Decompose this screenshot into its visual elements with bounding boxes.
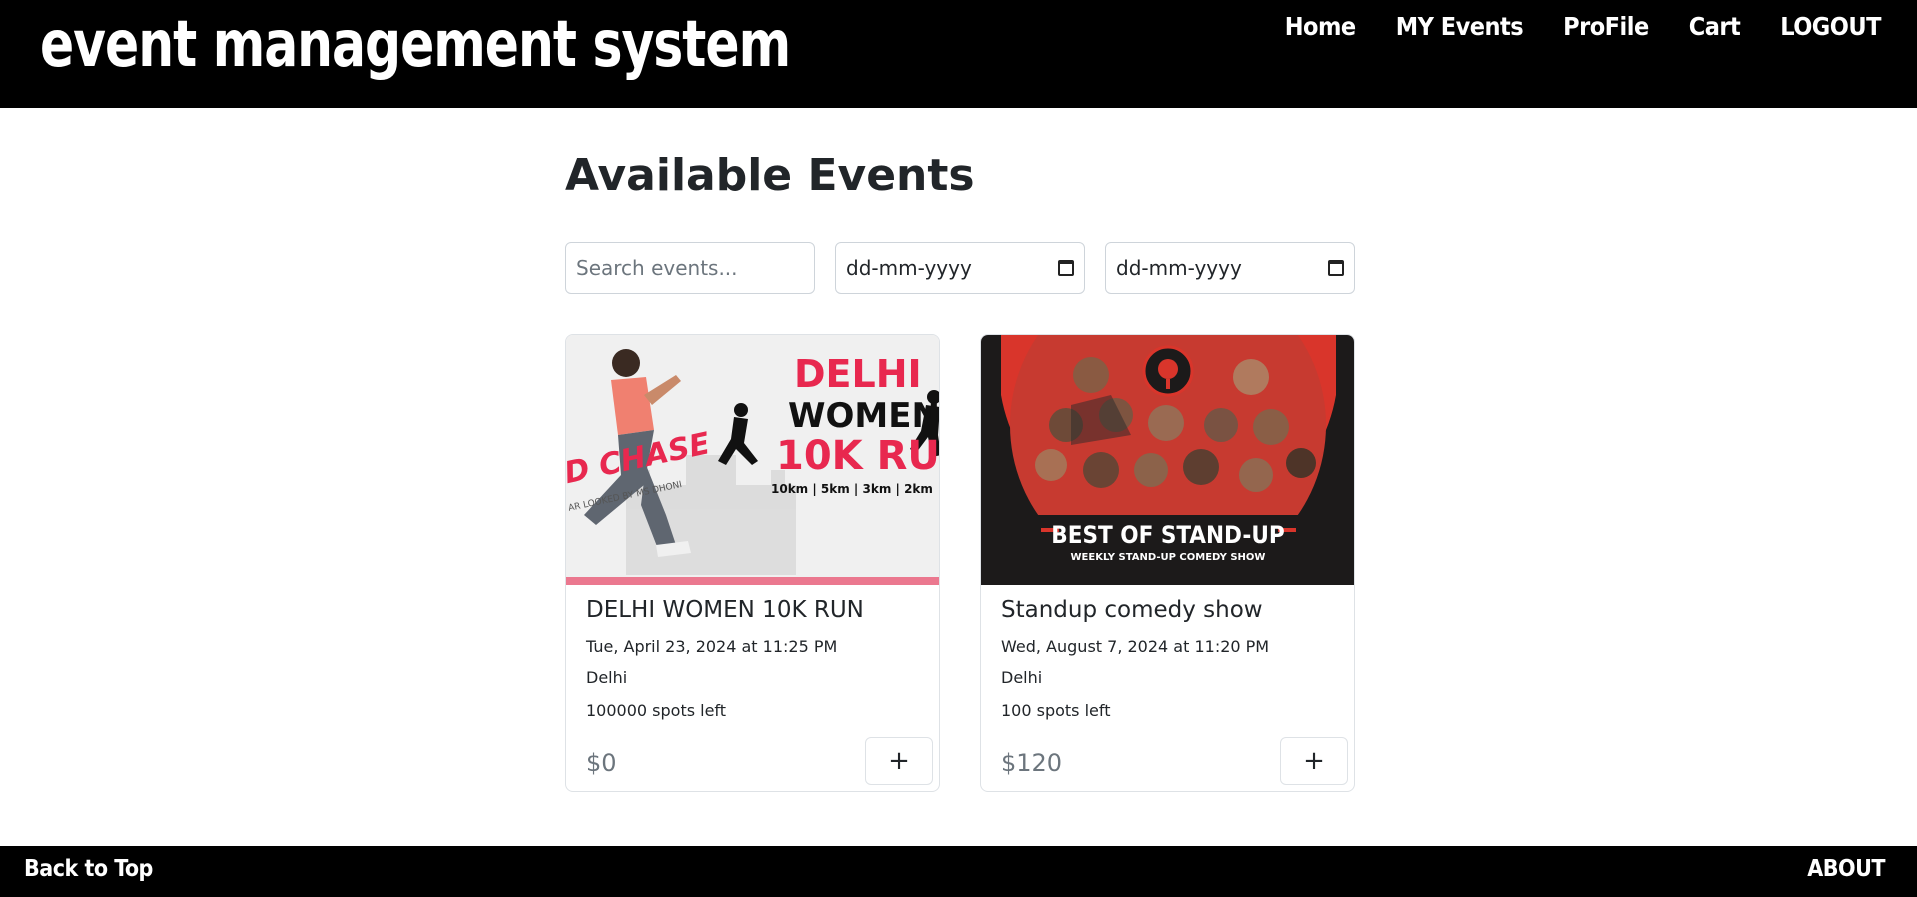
main-nav: Home MY Events ProFile Cart LOGOUT — [1285, 10, 1882, 44]
poster-subline: WEEKLY STAND-UP COMEDY SHOW — [1071, 552, 1266, 563]
nav-logout-link[interactable]: LOGOUT — [1780, 10, 1881, 44]
nav-home-link[interactable]: Home — [1285, 10, 1356, 44]
add-to-cart-button[interactable]: + — [865, 737, 933, 785]
comedy-poster-graphic: BEST OF STAND-UP WEEKLY STAND-UP COMEDY … — [981, 335, 1354, 585]
nav-my-events-link[interactable]: MY Events — [1396, 10, 1524, 44]
top-navbar: event management system Home MY Events P… — [0, 0, 1917, 108]
date-to-placeholder: dd-mm-yyyy — [1116, 256, 1242, 280]
event-card: BEST OF STAND-UP WEEKLY STAND-UP COMEDY … — [980, 334, 1355, 792]
poster-line-2: WOMEN — [788, 396, 940, 436]
event-card: D CHASE AR LOOKED BY MS DHONI DELHI WOME… — [565, 334, 940, 792]
event-card-body: DELHI WOMEN 10K RUN Tue, April 23, 2024 … — [586, 595, 919, 720]
poster-line-3: 10K RUN — [776, 433, 940, 479]
nav-cart-link[interactable]: Cart — [1689, 10, 1741, 44]
date-from-placeholder: dd-mm-yyyy — [846, 256, 972, 280]
event-card-body: Standup comedy show Wed, August 7, 2024 … — [1001, 595, 1334, 720]
event-filters: dd-mm-yyyy dd-mm-yyyy — [565, 242, 1355, 294]
about-link[interactable]: ABOUT — [1807, 856, 1885, 882]
date-from-field[interactable]: dd-mm-yyyy — [835, 242, 1085, 294]
event-price: $120 — [1001, 749, 1063, 777]
event-location: Delhi — [1001, 668, 1043, 687]
poster-headline: BEST OF STAND-UP — [1051, 521, 1285, 549]
search-input[interactable] — [565, 242, 815, 294]
footer-bar: Back to Top ABOUT — [0, 846, 1917, 897]
add-to-cart-button[interactable]: + — [1280, 737, 1348, 785]
event-spots-left: 100000 spots left — [586, 701, 727, 720]
poster-line-1: DELHI — [794, 352, 922, 396]
event-card-list: D CHASE AR LOOKED BY MS DHONI DELHI WOME… — [565, 334, 1355, 792]
back-to-top-link[interactable]: Back to Top — [24, 856, 153, 882]
event-title: Standup comedy show — [1001, 597, 1263, 623]
event-location: Delhi — [586, 668, 628, 687]
event-spots-left: 100 spots left — [1001, 701, 1111, 720]
date-to-field[interactable]: dd-mm-yyyy — [1105, 242, 1355, 294]
event-date: Wed, August 7, 2024 at 11:20 PM — [1001, 637, 1270, 656]
poster-distances: 10km | 5km | 3km | 2km — [771, 482, 933, 496]
nav-profile-link[interactable]: ProFile — [1563, 10, 1649, 44]
calendar-icon[interactable] — [1058, 260, 1074, 276]
page-title: Available Events — [565, 150, 975, 201]
brand-title[interactable]: event management system — [40, 6, 791, 84]
event-poster-comedy: BEST OF STAND-UP WEEKLY STAND-UP COMEDY … — [981, 335, 1354, 585]
event-title: DELHI WOMEN 10K RUN — [586, 597, 864, 623]
event-date: Tue, April 23, 2024 at 11:25 PM — [586, 637, 838, 656]
run-poster-graphic: D CHASE AR LOOKED BY MS DHONI DELHI WOME… — [566, 335, 940, 585]
event-poster-run: D CHASE AR LOOKED BY MS DHONI DELHI WOME… — [566, 335, 940, 585]
calendar-icon[interactable] — [1328, 260, 1344, 276]
event-price: $0 — [586, 749, 617, 777]
